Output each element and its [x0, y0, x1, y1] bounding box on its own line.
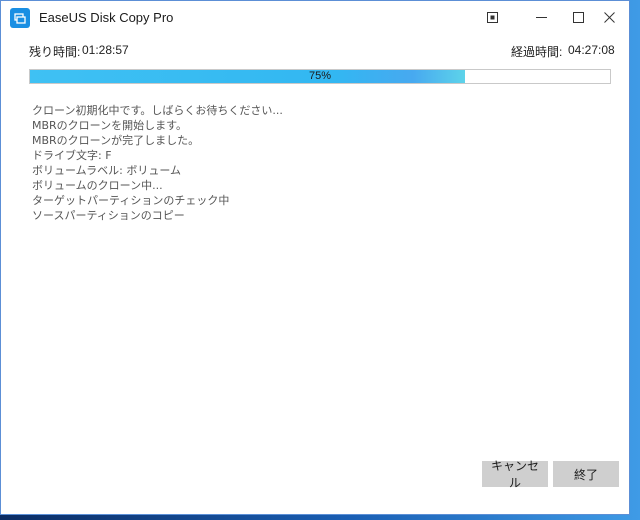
log-line: ドライブ文字: F: [32, 149, 112, 162]
log-line: MBRのクローンが完了しました。: [32, 134, 200, 147]
remaining-time-value: 01:28:57: [82, 43, 129, 57]
window-title: EaseUS Disk Copy Pro: [39, 10, 174, 25]
elapsed-time-label: 経過時間:: [511, 45, 563, 59]
finish-button[interactable]: 終了: [553, 461, 619, 487]
log-line: MBRのクローンを開始します。: [32, 119, 188, 132]
cancel-button[interactable]: キャンセル: [482, 459, 548, 490]
progress-percent-label: 75%: [308, 70, 332, 82]
log-line: ソースパーティションのコピー: [32, 209, 185, 222]
close-button[interactable]: [587, 1, 631, 33]
pin-button[interactable]: [470, 1, 514, 33]
log-line: ボリュームラベル: ボリューム: [32, 164, 181, 177]
elapsed-time-value: 04:27:08: [568, 43, 615, 57]
progress-bar: 75%: [29, 69, 611, 84]
close-icon: [603, 11, 615, 23]
title-bar[interactable]: EaseUS Disk Copy Pro: [1, 1, 629, 35]
app-window: EaseUS Disk Copy Pro 残り時間: 01:28:57 経過時間…: [0, 0, 630, 515]
log-line: クローン初期化中です。しばらくお待ちください...: [32, 104, 283, 117]
log-line: ターゲットパーティションのチェック中: [32, 194, 230, 207]
clone-log: クローン初期化中です。しばらくお待ちください... MBRのクローンを開始します。…: [32, 103, 283, 223]
pin-icon: [486, 11, 498, 23]
minimize-icon: [535, 16, 547, 18]
remaining-time-label: 残り時間:: [29, 45, 81, 59]
maximize-icon: [572, 11, 584, 23]
log-line: ボリュームのクローン中...: [32, 179, 163, 192]
easeus-disk-copy-icon: [10, 8, 30, 28]
